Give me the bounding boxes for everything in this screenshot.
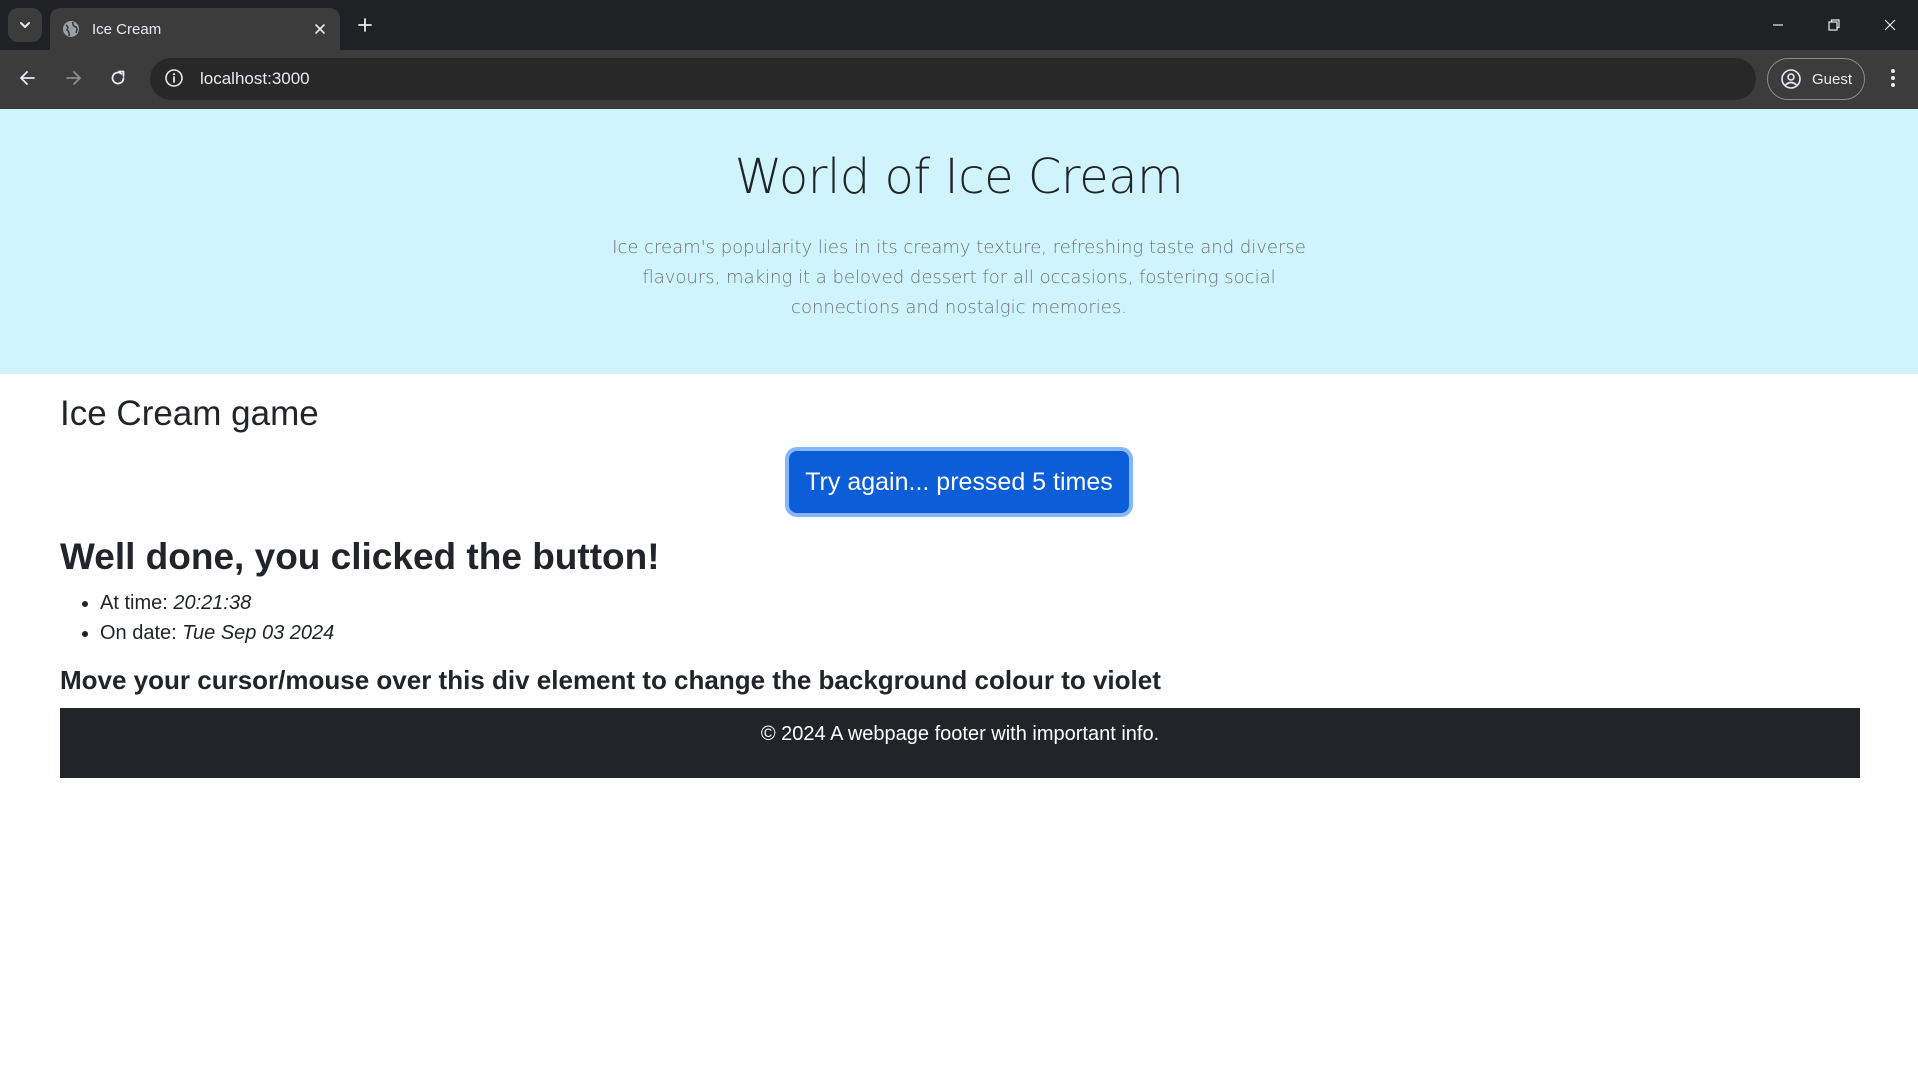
site-info-icon[interactable] <box>164 68 186 90</box>
arrow-left-icon <box>20 71 35 85</box>
browser-toolbar: localhost:3000 Guest <box>0 50 1918 109</box>
restore-button[interactable] <box>1806 0 1862 50</box>
browser-menu-button[interactable] <box>1878 62 1908 94</box>
globe-icon <box>62 20 80 38</box>
tab-close-button[interactable] <box>310 19 330 39</box>
date-label: On date: <box>100 622 177 644</box>
time-value: 20:21:38 <box>173 592 252 614</box>
active-tab[interactable]: Ice Cream <box>50 8 340 50</box>
window-close-button[interactable] <box>1862 0 1918 50</box>
time-label: At time: <box>100 592 168 614</box>
more-vert-icon <box>1891 69 1895 87</box>
url-text[interactable]: localhost:3000 <box>200 69 310 89</box>
hero-description: Ice cream's popularity lies in its cream… <box>612 237 1306 318</box>
result-heading: Well done, you clicked the button! <box>60 536 660 577</box>
tab-title: Ice Cream <box>92 20 162 38</box>
forward-button[interactable] <box>57 62 89 94</box>
minimize-icon <box>1773 24 1783 26</box>
new-tab-button[interactable] <box>352 12 378 38</box>
chevron-down-icon <box>20 22 30 28</box>
minimize-button[interactable] <box>1750 0 1806 50</box>
date-value: Tue Sep 03 2024 <box>182 622 335 644</box>
profile-button[interactable]: Guest <box>1767 58 1865 100</box>
tab-strip: Ice Cream <box>0 0 1918 50</box>
back-button[interactable] <box>12 62 44 94</box>
try-again-button[interactable]: Try again... pressed 5 times <box>789 451 1129 513</box>
hover-color-div[interactable]: Move your cursor/mouse over this div ele… <box>60 665 1161 696</box>
reload-button[interactable] <box>102 62 134 94</box>
list-item: At time: 20:21:38 <box>100 588 334 618</box>
account-icon <box>1781 69 1801 89</box>
page-footer: © 2024 A webpage footer with important i… <box>60 708 1860 778</box>
result-list: At time: 20:21:38 On date: Tue Sep 03 20… <box>100 588 334 648</box>
close-icon <box>315 24 325 34</box>
list-item: On date: Tue Sep 03 2024 <box>100 618 334 648</box>
profile-label: Guest <box>1812 70 1853 88</box>
arrow-right-icon <box>66 71 81 85</box>
plus-icon <box>358 18 372 32</box>
tab-search-button[interactable] <box>8 8 42 42</box>
restore-icon <box>1828 19 1840 31</box>
address-bar[interactable]: localhost:3000 <box>150 58 1756 100</box>
page-title: World of Ice Cream <box>734 149 1184 205</box>
close-icon <box>1884 19 1896 31</box>
reload-icon <box>111 70 125 85</box>
game-heading: Ice Cream game <box>60 394 319 433</box>
hero-banner: World of Ice Cream Ice cream's popularit… <box>0 109 1918 374</box>
